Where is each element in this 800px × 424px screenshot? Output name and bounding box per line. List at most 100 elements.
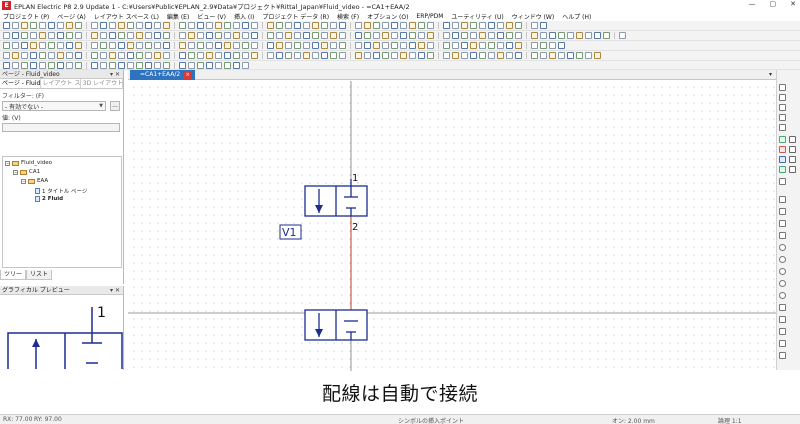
toolbar-tool-icon[interactable]	[197, 42, 204, 49]
toolbar-tool-icon[interactable]	[330, 32, 337, 39]
toolbar-tool-icon[interactable]	[215, 42, 222, 49]
symbol-tool-icon[interactable]	[789, 156, 796, 163]
symbol-tool-icon[interactable]	[789, 146, 796, 153]
circle-tool-icon[interactable]	[779, 244, 786, 251]
filter-select[interactable]: - 有効でない - ▼	[2, 101, 106, 111]
toolbar-tool-icon[interactable]	[321, 22, 328, 29]
menu-find[interactable]: 検索 (F)	[337, 12, 359, 21]
toolbar-tool-icon[interactable]	[48, 52, 55, 59]
toolbar-tool-icon[interactable]	[206, 22, 213, 29]
toolbar-tool-icon[interactable]	[3, 61, 10, 69]
menu-utilities[interactable]: ユーティリティ (U)	[451, 12, 503, 21]
toolbar-tool-icon[interactable]	[242, 52, 249, 59]
toolbar-tool-icon[interactable]	[251, 52, 258, 59]
toolbar-tool-icon[interactable]	[163, 52, 170, 59]
toolbar-tool-icon[interactable]	[118, 42, 125, 49]
toolbar-tool-icon[interactable]	[488, 42, 495, 49]
toolbar-tool-icon[interactable]	[312, 22, 319, 29]
sector-tool-icon[interactable]	[779, 304, 786, 311]
toolbar-tool-icon[interactable]	[127, 32, 134, 39]
toolbar-tool-icon[interactable]	[136, 42, 143, 49]
toolbar-tool-icon[interactable]	[312, 42, 319, 49]
toolbar-tool-icon[interactable]	[30, 32, 37, 39]
toolbar-tool-icon[interactable]	[321, 52, 328, 59]
toolbar-tool-icon[interactable]	[75, 32, 82, 39]
menu-edit[interactable]: 編集 (E)	[167, 12, 189, 21]
toolbar-tool-icon[interactable]	[21, 61, 28, 69]
toolbar-tool-icon[interactable]	[373, 52, 380, 59]
toolbar-tool-icon[interactable]	[558, 52, 565, 59]
symbol-tool-icon[interactable]	[789, 166, 796, 173]
toolbar-tool-icon[interactable]	[418, 52, 425, 59]
connection-tool-icon[interactable]	[779, 136, 786, 143]
toolbar-tool-icon[interactable]	[339, 32, 346, 39]
toolbar-tool-icon[interactable]	[364, 42, 371, 49]
toolbar-tool-icon[interactable]	[75, 52, 82, 59]
toolbar-tool-icon[interactable]	[48, 42, 55, 49]
toolbar-tool-icon[interactable]	[21, 22, 28, 29]
toolbar-tool-icon[interactable]	[373, 22, 380, 29]
tab-tree[interactable]: ツリー	[0, 270, 27, 280]
toolbar-tool-icon[interactable]	[179, 22, 186, 29]
toolbar-tool-icon[interactable]	[531, 42, 538, 49]
toolbar-tool-icon[interactable]	[382, 32, 389, 39]
toolbar-tool-icon[interactable]	[30, 52, 37, 59]
toolbar-tool-icon[interactable]	[57, 32, 64, 39]
toolbar-tool-icon[interactable]	[461, 42, 468, 49]
toolbar-tool-icon[interactable]	[242, 22, 249, 29]
toolbar-tool-icon[interactable]	[57, 61, 64, 69]
toolbar-tool-icon[interactable]	[39, 52, 46, 59]
toolbar-tool-icon[interactable]	[285, 52, 292, 59]
toolbar-tool-icon[interactable]	[364, 22, 371, 29]
toolbar-tool-icon[interactable]	[549, 52, 556, 59]
tree-item-location[interactable]: − CA1	[13, 169, 40, 175]
connection-tool-icon[interactable]	[779, 156, 786, 163]
toolbar-tool-icon[interactable]	[66, 22, 73, 29]
toolbar-tool-icon[interactable]	[558, 32, 565, 39]
toolbar-tool-icon[interactable]	[100, 22, 107, 29]
toolbar-tool-icon[interactable]	[303, 42, 310, 49]
toolbar-tool-icon[interactable]	[75, 61, 82, 69]
filter-options-button[interactable]: ...	[110, 101, 120, 111]
toolbar-tool-icon[interactable]	[224, 52, 231, 59]
toolbar-tool-icon[interactable]	[443, 32, 450, 39]
toolbar-tool-icon[interactable]	[594, 52, 601, 59]
corner-tool-icon[interactable]	[779, 84, 786, 91]
toolbar-tool-icon[interactable]	[215, 61, 222, 69]
corner-tool-icon[interactable]	[779, 104, 786, 111]
toolbar-tool-icon[interactable]	[409, 52, 416, 59]
toolbar-tool-icon[interactable]	[312, 52, 319, 59]
toolbar-tool-icon[interactable]	[470, 22, 477, 29]
toolbar-tool-icon[interactable]	[276, 22, 283, 29]
toolbar-tool-icon[interactable]	[355, 52, 362, 59]
toolbar-tool-icon[interactable]	[373, 42, 380, 49]
toolbar-tool-icon[interactable]	[515, 42, 522, 49]
toolbar-tool-icon[interactable]	[409, 22, 416, 29]
toolbar-tool-icon[interactable]	[497, 32, 504, 39]
toolbar-tool-icon[interactable]	[515, 22, 522, 29]
toolbar-tool-icon[interactable]	[12, 61, 19, 69]
tree-item-page-1[interactable]: 1 タイトル ページ	[35, 187, 87, 195]
toolbar-tool-icon[interactable]	[154, 52, 161, 59]
toolbar-tool-icon[interactable]	[276, 52, 283, 59]
toolbar-tool-icon[interactable]	[373, 32, 380, 39]
toolbar-tool-icon[interactable]	[285, 22, 292, 29]
toolbar-tool-icon[interactable]	[470, 32, 477, 39]
toolbar-tool-icon[interactable]	[382, 52, 389, 59]
toolbar-tool-icon[interactable]	[109, 32, 116, 39]
line-tool-icon[interactable]	[779, 196, 786, 203]
toolbar-tool-icon[interactable]	[224, 61, 231, 69]
toolbar-tool-icon[interactable]	[136, 22, 143, 29]
toolbar-tool-icon[interactable]	[179, 32, 186, 39]
toolbar-tool-icon[interactable]	[497, 22, 504, 29]
toolbar-tool-icon[interactable]	[3, 42, 10, 49]
toolbar-tool-icon[interactable]	[294, 32, 301, 39]
toolbar-tool-icon[interactable]	[3, 52, 10, 59]
toolbar-tool-icon[interactable]	[267, 42, 274, 49]
menu-layout-space[interactable]: レイアウト スペース (L)	[94, 12, 159, 21]
toolbar-tool-icon[interactable]	[321, 32, 328, 39]
toolbar-tool-icon[interactable]	[91, 32, 98, 39]
toolbar-tool-icon[interactable]	[109, 61, 116, 69]
toolbar-tool-icon[interactable]	[558, 42, 565, 49]
image-tool-icon[interactable]	[779, 340, 786, 347]
